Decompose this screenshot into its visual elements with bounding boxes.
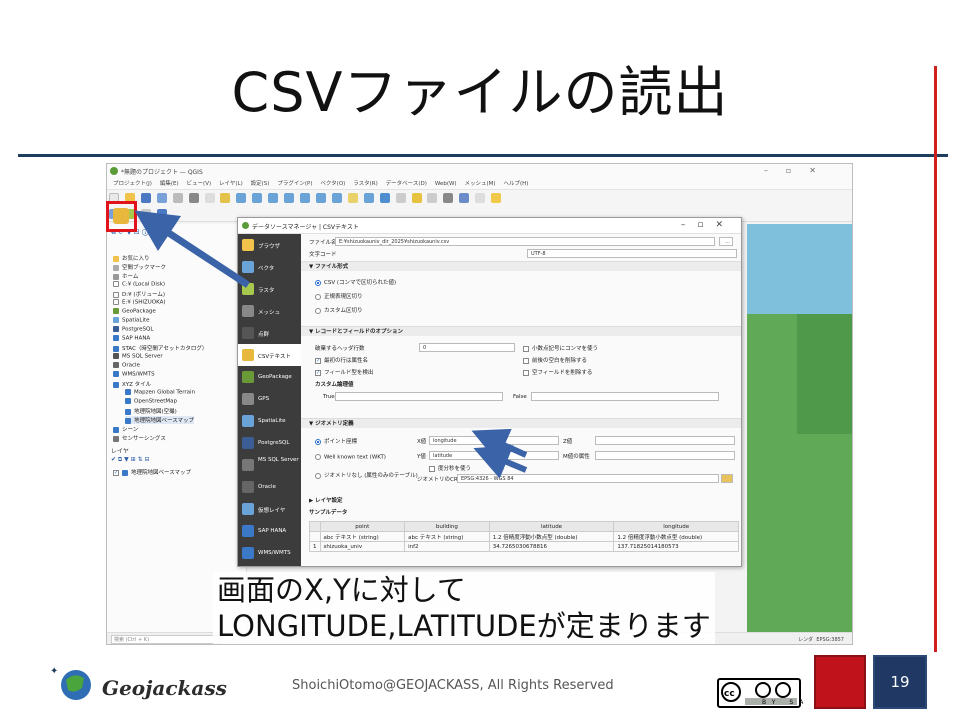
page-number: 19: [890, 673, 910, 691]
svg-text:cc: cc: [724, 689, 735, 699]
logo-text: Geojackass: [102, 676, 227, 700]
decor-red-square: [814, 655, 866, 709]
slide-caption: 画面のX,Yに対して LONGITUDE,LATITUDEが定まります: [213, 572, 715, 644]
caption-line-1: 画面のX,Yに対して: [217, 573, 466, 607]
svg-text:✦: ✦: [50, 666, 58, 677]
arrow-to-y-field: [473, 445, 528, 479]
arrow-to-x-field: [471, 428, 528, 462]
arrow-to-dsm-button: [134, 210, 250, 288]
caption-line-2: LONGITUDE,LATITUDEが定まります: [217, 609, 711, 643]
cc-license-text: BY SA: [762, 699, 810, 706]
footer-copyright: ShoichiOtomo@GEOJACKASS, All Rights Rese…: [292, 678, 614, 693]
